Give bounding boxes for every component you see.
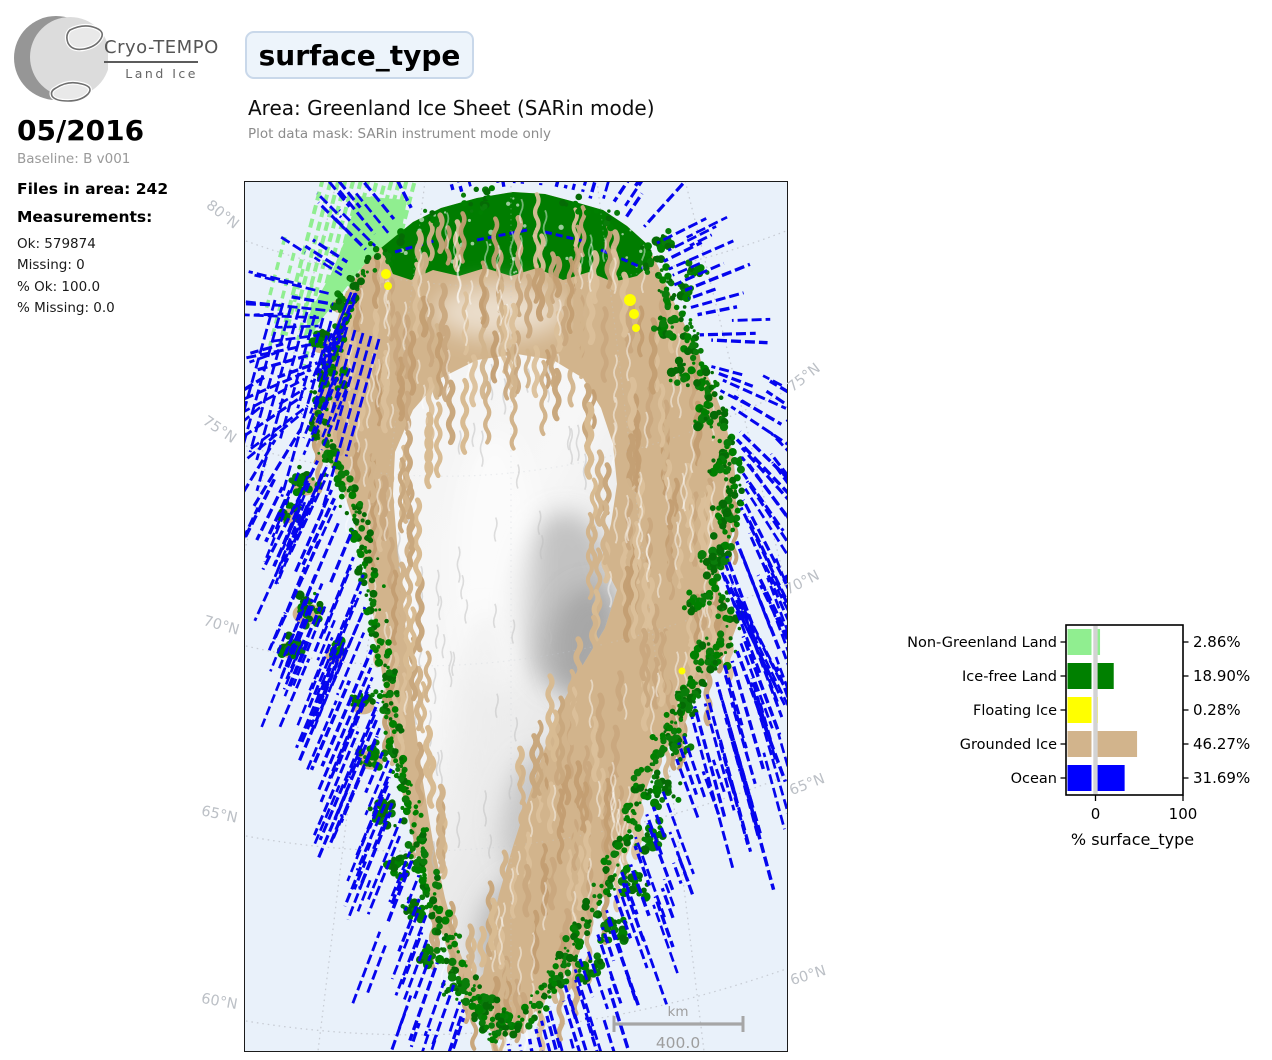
value-label-4: 31.69%: [1193, 769, 1250, 787]
period-label: 05/2016: [17, 114, 145, 147]
lat-tick-75n-right: 75°N: [784, 360, 824, 396]
stat-missing: Missing: 0: [17, 257, 85, 273]
value-label-0: 2.86%: [1193, 633, 1241, 651]
legend-swatch-3: [1067, 731, 1092, 757]
lat-tick-60n-right: 60°N: [788, 963, 829, 989]
legend-swatch-4: [1067, 765, 1092, 791]
bar-3: [1097, 731, 1138, 757]
lat-tick-65n-left: 65°N: [199, 803, 239, 827]
x-axis-label: % surface_type: [1071, 830, 1194, 850]
stat-pct-ok: % Ok: 100.0: [17, 279, 101, 295]
logo-subtitle: Land Ice: [125, 66, 198, 81]
surface-type-bar-chart: Non-Greenland Land 2.86% Ice-free Land 18.9…: [907, 624, 1250, 850]
lat-tick-70n-left: 70°N: [201, 613, 242, 639]
bar-1: [1097, 663, 1114, 689]
cryo-tempo-logo-icon: [14, 16, 108, 104]
bar-4: [1097, 765, 1125, 791]
value-label-1: 18.90%: [1193, 667, 1250, 685]
lat-tick-60n-left: 60°N: [199, 990, 239, 1014]
category-label-4: Ocean: [1011, 771, 1057, 787]
stat-pct-missing: % Missing: 0.0: [17, 300, 115, 316]
files-in-area: Files in area: 242: [17, 180, 169, 198]
category-label-1: Ice-free Land: [962, 669, 1057, 685]
lat-tick-65n-right: 65°N: [787, 770, 828, 800]
logo-title: Cryo-TEMPO: [104, 37, 219, 58]
logo-rule: [104, 61, 198, 63]
x-tick-100: 100: [1169, 805, 1198, 823]
legend-swatch-1: [1067, 663, 1092, 689]
category-label-2: Floating Ice: [973, 703, 1057, 719]
legend-swatch-0: [1067, 629, 1092, 655]
lat-tick-80n-left: 80°N: [202, 197, 242, 233]
variable-title-badge: surface_type: [245, 31, 474, 79]
mask-note: Plot data mask: SARin instrument mode on…: [248, 126, 552, 142]
scalebar-value: 400.0: [656, 1034, 700, 1051]
greenland-map-plot: km 400.0: [244, 181, 788, 1052]
baseline-label: Baseline: B v001: [17, 151, 131, 167]
category-label-0: Non-Greenland Land: [907, 635, 1057, 651]
zero-line: [1093, 626, 1098, 794]
map-canvas: km 400.0: [245, 182, 787, 1051]
lat-tick-70n-right: 70°N: [782, 567, 823, 599]
area-subtitle: Area: Greenland Ice Sheet (SARin mode): [248, 96, 655, 120]
page: { "logo": { "title": "Cryo-TEMPO", "subt…: [0, 0, 1272, 1060]
measurements-heading: Measurements:: [17, 208, 153, 226]
stat-ok: Ok: 579874: [17, 236, 96, 252]
value-label-3: 46.27%: [1193, 735, 1250, 753]
legend-swatch-2: [1067, 697, 1092, 723]
x-tick-0: 0: [1091, 805, 1101, 823]
scalebar-unit: km: [668, 1004, 689, 1020]
value-label-2: 0.28%: [1193, 701, 1241, 719]
bar-0: [1097, 629, 1101, 655]
lat-tick-75n-left: 75°N: [199, 413, 239, 447]
category-label-3: Grounded Ice: [960, 737, 1057, 753]
